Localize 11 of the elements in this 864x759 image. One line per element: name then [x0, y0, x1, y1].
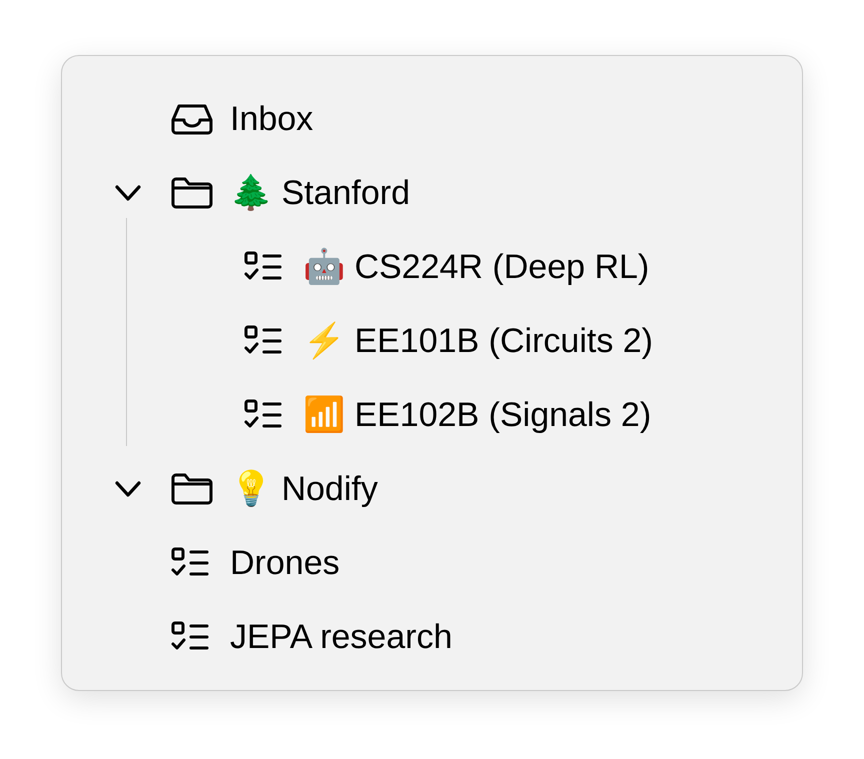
item-label[interactable]: JEPA research: [230, 612, 452, 662]
inbox-icon: [170, 102, 214, 136]
folder-icon: [170, 472, 214, 506]
item-label[interactable]: 🌲 Stanford: [230, 168, 410, 218]
item-label[interactable]: 🤖 CS224R (Deep RL): [303, 242, 650, 292]
item-label[interactable]: ⚡ EE101B (Circuits 2): [303, 316, 653, 366]
item-label[interactable]: Drones: [230, 538, 340, 588]
item-label[interactable]: Inbox: [230, 94, 314, 144]
item-label[interactable]: 💡 Nodify: [230, 464, 378, 514]
item-label[interactable]: 📶 EE102B (Signals 2): [303, 390, 652, 440]
folder-icon: [170, 176, 214, 210]
